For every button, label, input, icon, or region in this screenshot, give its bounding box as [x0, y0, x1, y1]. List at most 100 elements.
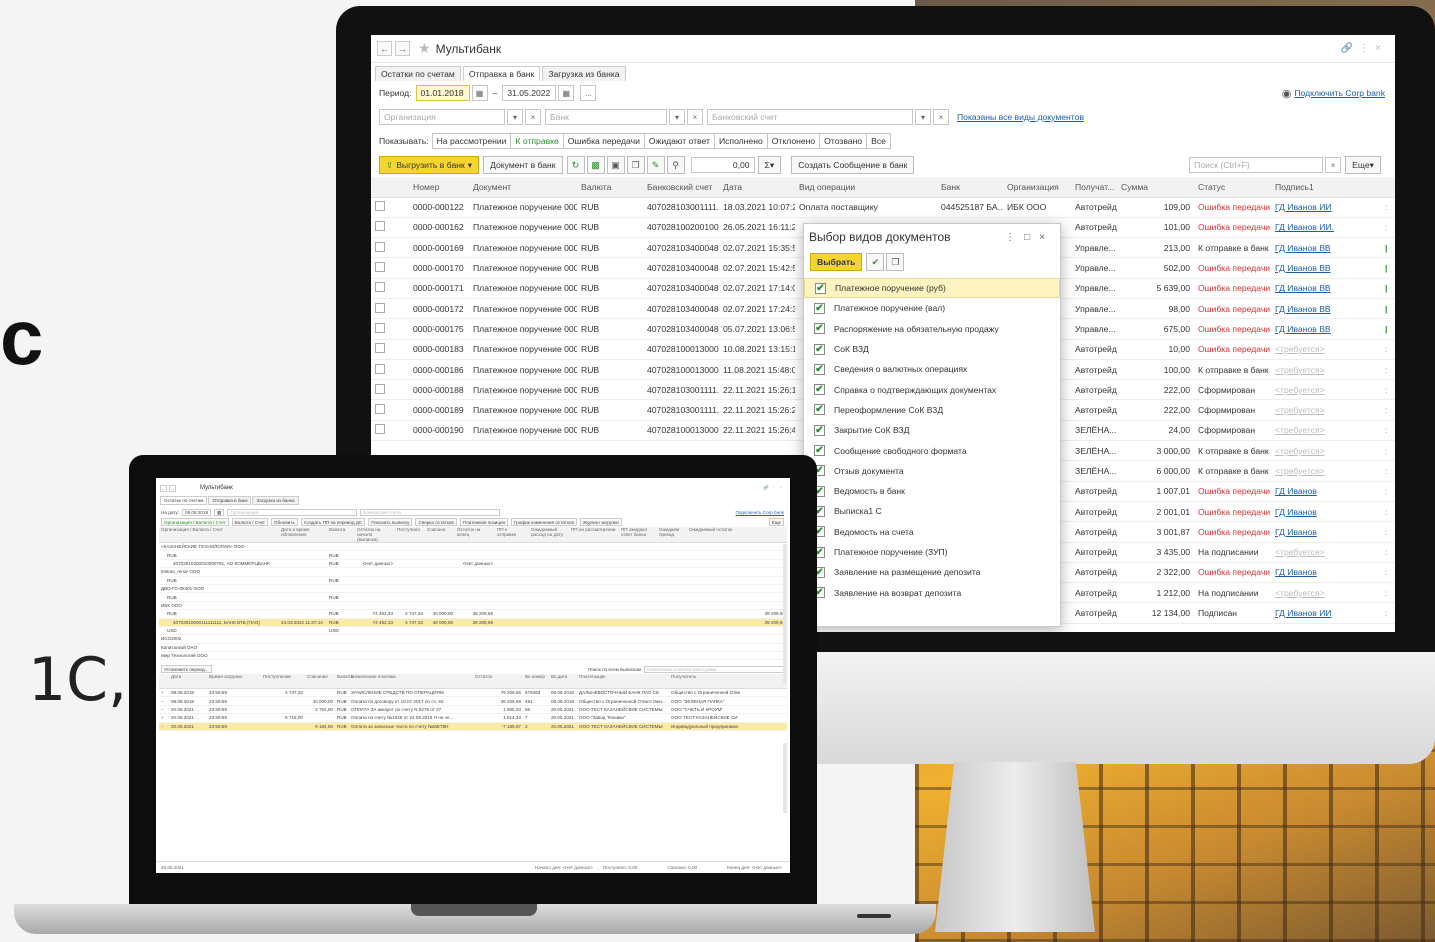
balances-column-header[interactable]: Поступило	[395, 527, 425, 543]
tree-row[interactable]: 40702810000111111111, БАНК ВТБ (ПАО) 24.0…	[159, 618, 787, 627]
cell-sig[interactable]: ГД Иванов ВВ	[1271, 257, 1381, 279]
doc-type-item[interactable]: ✔ Сообщение свободного формата	[804, 440, 1060, 460]
tab-0[interactable]: Остатки по счетам	[375, 66, 461, 81]
status-filter-5[interactable]: Отклонено	[766, 133, 821, 149]
row-checkbox[interactable]	[375, 201, 385, 212]
clear-icon[interactable]: ×	[525, 109, 541, 125]
upload-to-bank-button[interactable]: ⇪ Выгрузить в банк ▾	[379, 156, 480, 174]
calendar-icon[interactable]: ▦	[558, 85, 575, 101]
doc-type-item[interactable]: ✔ Справка о подтверждающих документах	[804, 379, 1060, 399]
tx-column-header[interactable]: Валюта	[335, 674, 353, 689]
tx-row[interactable]: −20.05.2021 23:59:59 2 762,00 RUB ОПЛАТА ЗА …	[159, 705, 787, 715]
laptop-corp-link[interactable]: Подключить Corp bank	[736, 510, 784, 515]
status-filter-4[interactable]: Исполнено	[713, 133, 768, 149]
tree-row[interactable]: ИБК ООО	[159, 601, 787, 611]
tx-column-header[interactable]: Дата	[169, 674, 207, 689]
cell-sig[interactable]: ГД Иванов	[1271, 562, 1381, 584]
checkbox-checked-icon[interactable]: ✔	[814, 424, 825, 436]
laptop-tab-2[interactable]: Загрузка из банка	[252, 496, 299, 505]
column-header[interactable]: Валюта	[577, 177, 643, 198]
tree-row[interactable]: testuto_renar OOO	[159, 567, 787, 577]
balances-column-header[interactable]: Ожидаем приход	[657, 527, 687, 543]
row-checkbox-cell[interactable]	[371, 379, 409, 401]
tree-row[interactable]: USD USD	[159, 626, 787, 636]
row-checkbox-cell[interactable]	[371, 278, 409, 299]
laptop-toolbar-button[interactable]: Обновить	[271, 518, 298, 526]
doc-type-item[interactable]: ✔ Ведомость на счета	[804, 522, 1060, 542]
tx-row[interactable]: −08.08.2018 23:59:59 40 000,00 RUB Оплата по…	[159, 696, 787, 706]
check-all-icon[interactable]: ✔	[866, 253, 885, 271]
column-header[interactable]: Банковский счет	[643, 177, 719, 198]
tree-row[interactable]: 40702810200010000781, АО КОММЕРЦБАНК RUB <…	[159, 559, 787, 569]
clear-icon[interactable]: ×	[933, 109, 949, 125]
tree-row[interactable]: RUB RUB	[159, 576, 787, 585]
checkbox-checked-icon[interactable]: ✔	[814, 384, 825, 396]
tab-1[interactable]: Отправка в банк	[462, 66, 541, 81]
search-input[interactable]: Поиск (Ctrl+F)	[1189, 157, 1324, 173]
period-to-input[interactable]: 31.05.2022	[502, 85, 557, 101]
calendar-icon[interactable]: ▦	[214, 508, 225, 516]
calendar-icon[interactable]: ▦	[471, 85, 488, 101]
cell-sig[interactable]: ГД Иванов ИИ	[1271, 602, 1381, 624]
tree-row[interactable]: RUB RUB 74 462,33 4 747,33 40 000,00 39 209,6…	[159, 609, 787, 619]
column-header[interactable]: Сумма	[1117, 177, 1194, 198]
tree-row[interactable]: Капиталкой ОАО	[159, 643, 787, 653]
doc-type-item[interactable]: ✔ Переоформление СоК ВЗД	[804, 400, 1060, 420]
row-checkbox[interactable]	[375, 383, 385, 394]
cell-sig[interactable]: ГД Иванов	[1271, 501, 1381, 523]
cell-sig[interactable]: <требуется>	[1271, 460, 1381, 482]
forward-arrow-icon[interactable]: →	[169, 484, 176, 492]
document-to-bank-button[interactable]: Документ в банк	[483, 156, 563, 174]
row-checkbox[interactable]	[375, 262, 385, 273]
checkbox-checked-icon[interactable]: ✔	[814, 343, 825, 355]
date-input[interactable]: 06.08.2018	[182, 508, 212, 516]
balances-column-header[interactable]: Списано	[425, 527, 455, 543]
row-checkbox[interactable]	[375, 221, 385, 232]
row-checkbox-cell[interactable]	[371, 420, 409, 442]
doc-type-item[interactable]: ✔ Сведения о валютных операциях	[804, 359, 1060, 379]
column-header[interactable]: Номер	[409, 177, 469, 198]
laptop-toolbar-button[interactable]: Создать ПП на перевод ДС	[300, 518, 366, 526]
laptop-toolbar-button[interactable]: Валюта / Счет	[231, 518, 269, 526]
save-icon[interactable]: ▣	[606, 156, 625, 174]
column-header[interactable]: Организация	[1003, 177, 1071, 198]
doc-type-item[interactable]: ✔ Закрытие СоК ВЗД	[804, 420, 1060, 440]
row-checkbox[interactable]	[375, 302, 385, 313]
tx-column-header[interactable]: Плательщик	[577, 674, 669, 689]
clear-icon[interactable]: ×	[687, 109, 703, 125]
column-header[interactable]: Документ	[469, 177, 577, 198]
doc-type-item[interactable]: ✔ Распоряжение на обязательную продажу	[804, 319, 1060, 339]
tree-row[interactable]: Мир Технологий ООО	[159, 651, 787, 661]
tree-row[interactable]: RUB RUB	[159, 592, 787, 602]
doc-types-link[interactable]: Показаны все виды документов	[957, 112, 1084, 122]
row-checkbox-cell[interactable]	[371, 339, 409, 360]
laptop-toolbar-button[interactable]: График изменения остатков	[511, 518, 577, 526]
cell-sig[interactable]: ГД Иванов ВВ	[1271, 237, 1381, 259]
row-checkbox-cell[interactable]	[371, 318, 409, 340]
period-from-input[interactable]: 01.01.2018	[415, 85, 470, 101]
organization-input[interactable]: Организация	[379, 109, 505, 125]
laptop-accounts-input[interactable]: Банковские счета	[360, 508, 501, 516]
bank-input[interactable]: Банк	[545, 109, 667, 125]
row-checkbox-cell[interactable]	[371, 237, 409, 259]
uncheck-all-icon[interactable]: ❐	[886, 253, 905, 271]
tx-column-header[interactable]: Остаток	[473, 674, 523, 689]
row-checkbox[interactable]	[375, 363, 385, 374]
cell-sig[interactable]: ГД Иванов ВВ	[1271, 298, 1381, 320]
table-row[interactable]: 0000-000122Платежное поручение 0000...RU…	[371, 197, 1395, 218]
cell-sig[interactable]: <требуется>	[1271, 420, 1381, 442]
row-checkbox-cell[interactable]	[371, 197, 409, 218]
cell-sig[interactable]: ГД Иванов ВВ	[1271, 278, 1381, 299]
row-checkbox-cell[interactable]	[371, 298, 409, 320]
back-arrow-icon[interactable]: ←	[160, 484, 167, 492]
checkbox-checked-icon[interactable]: ✔	[814, 404, 825, 416]
cell-sig[interactable]: <требуется>	[1271, 440, 1381, 462]
cell-sig[interactable]: <требуется>	[1271, 582, 1381, 604]
tx-column-header[interactable]: Вх.дата	[549, 674, 577, 689]
column-header[interactable]: Получат...	[1071, 177, 1117, 198]
doc-type-item[interactable]: ✔ Отзыв документа	[804, 461, 1060, 481]
column-header[interactable]: Подпись1	[1271, 177, 1381, 198]
balances-column-header[interactable]: Валюта	[327, 527, 355, 543]
row-checkbox-cell[interactable]	[371, 257, 409, 279]
dropdown-icon[interactable]: ▾	[915, 109, 931, 125]
